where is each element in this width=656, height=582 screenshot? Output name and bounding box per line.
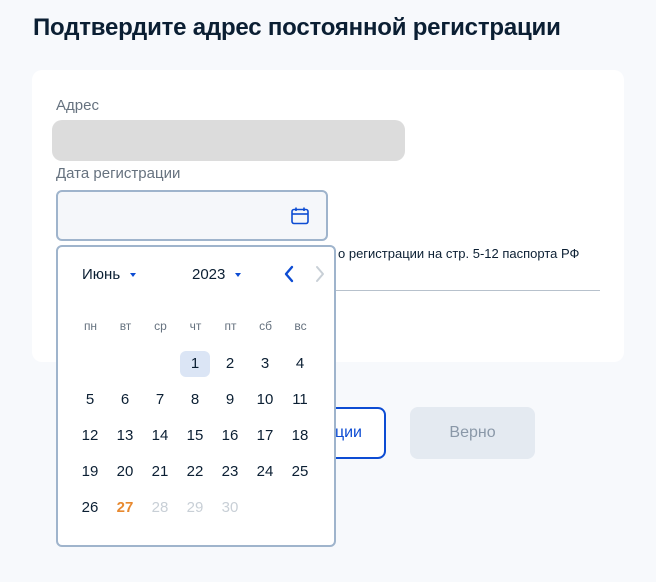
calendar-day[interactable]: 12 bbox=[75, 423, 105, 449]
calendar-day[interactable]: 26 bbox=[75, 495, 105, 521]
address-value-redacted bbox=[52, 120, 405, 161]
calendar-day[interactable]: 23 bbox=[215, 459, 245, 485]
prev-month-button[interactable] bbox=[279, 262, 299, 286]
chevron-right-icon bbox=[316, 266, 324, 282]
registration-date-label: Дата регистрации bbox=[56, 165, 181, 182]
calendar-day[interactable]: 9 bbox=[215, 387, 245, 413]
calendar-icon[interactable] bbox=[290, 206, 310, 226]
year-select-value: 2023 bbox=[192, 266, 226, 283]
calendar-day[interactable]: 19 bbox=[75, 459, 105, 485]
calendar-day-disabled: 30 bbox=[221, 499, 239, 516]
weekday-row: пн вт ср чт пт сб вс bbox=[58, 319, 334, 337]
weekday-label: пт bbox=[224, 319, 237, 333]
year-select[interactable]: 2023 bbox=[192, 266, 242, 283]
calendar-day[interactable]: 8 bbox=[180, 387, 210, 413]
confirm-button-label: Верно bbox=[449, 424, 496, 441]
weekday-label: пн bbox=[83, 319, 98, 333]
calendar-day[interactable]: 15 bbox=[180, 423, 210, 449]
calendar-day[interactable]: 22 bbox=[180, 459, 210, 485]
confirm-button[interactable]: Верно bbox=[410, 407, 535, 459]
weekday-label: чт bbox=[189, 319, 202, 333]
calendar-day[interactable]: 10 bbox=[250, 387, 280, 413]
month-select[interactable]: Июнь bbox=[82, 266, 137, 283]
calendar-day[interactable]: 7 bbox=[145, 387, 175, 413]
weekday-label: сб bbox=[259, 319, 272, 333]
calendar-day[interactable]: 25 bbox=[285, 459, 315, 485]
calendar-day[interactable]: 6 bbox=[110, 387, 140, 413]
calendar-day[interactable]: 11 bbox=[285, 387, 315, 413]
address-label: Адрес bbox=[56, 97, 99, 114]
page: Подтвердите адрес постоянной регистрации… bbox=[0, 0, 656, 582]
calendar-day[interactable]: 2 bbox=[215, 351, 245, 377]
month-select-value: Июнь bbox=[82, 266, 121, 283]
calendar-day[interactable]: 13 bbox=[110, 423, 140, 449]
calendar-day[interactable]: 20 bbox=[110, 459, 140, 485]
calendar-day[interactable]: 24 bbox=[250, 459, 280, 485]
weekday-label: вт bbox=[119, 319, 132, 333]
calendar-day-today[interactable]: 27 bbox=[110, 495, 140, 521]
caret-down-icon bbox=[130, 272, 137, 277]
weekday-label: ср bbox=[154, 319, 167, 333]
calendar-day[interactable]: 21 bbox=[145, 459, 175, 485]
hint-divider bbox=[334, 290, 600, 291]
weekday-label: вс bbox=[294, 319, 307, 333]
next-month-button[interactable] bbox=[310, 262, 330, 286]
calendar-day[interactable]: 16 bbox=[215, 423, 245, 449]
datepicker-header: Июнь 2023 bbox=[58, 247, 334, 305]
caret-down-icon bbox=[235, 272, 242, 277]
calendar-day[interactable]: 18 bbox=[285, 423, 315, 449]
calendar-day-selected[interactable]: 1 bbox=[180, 351, 210, 377]
chevron-left-icon bbox=[284, 265, 294, 283]
hint-text: о регистрации на стр. 5-12 паспорта РФ bbox=[338, 246, 580, 261]
calendar-day[interactable]: 14 bbox=[145, 423, 175, 449]
datepicker-popup: Июнь 2023 пн вт ср чт пт сб вс 1 2 3 4 5 6 7 8 9 10 11 12… bbox=[56, 245, 336, 547]
calendar-day[interactable]: 17 bbox=[250, 423, 280, 449]
page-title: Подтвердите адрес постоянной регистрации bbox=[33, 14, 561, 41]
calendar-day-disabled: 28 bbox=[151, 499, 169, 516]
calendar-day[interactable]: 3 bbox=[250, 351, 280, 377]
calendar-day-disabled: 29 bbox=[186, 499, 204, 516]
calendar-day[interactable]: 4 bbox=[285, 351, 315, 377]
registration-date-input[interactable] bbox=[56, 190, 328, 241]
edit-registration-button-label: ции bbox=[334, 424, 362, 441]
calendar-day[interactable]: 5 bbox=[75, 387, 105, 413]
